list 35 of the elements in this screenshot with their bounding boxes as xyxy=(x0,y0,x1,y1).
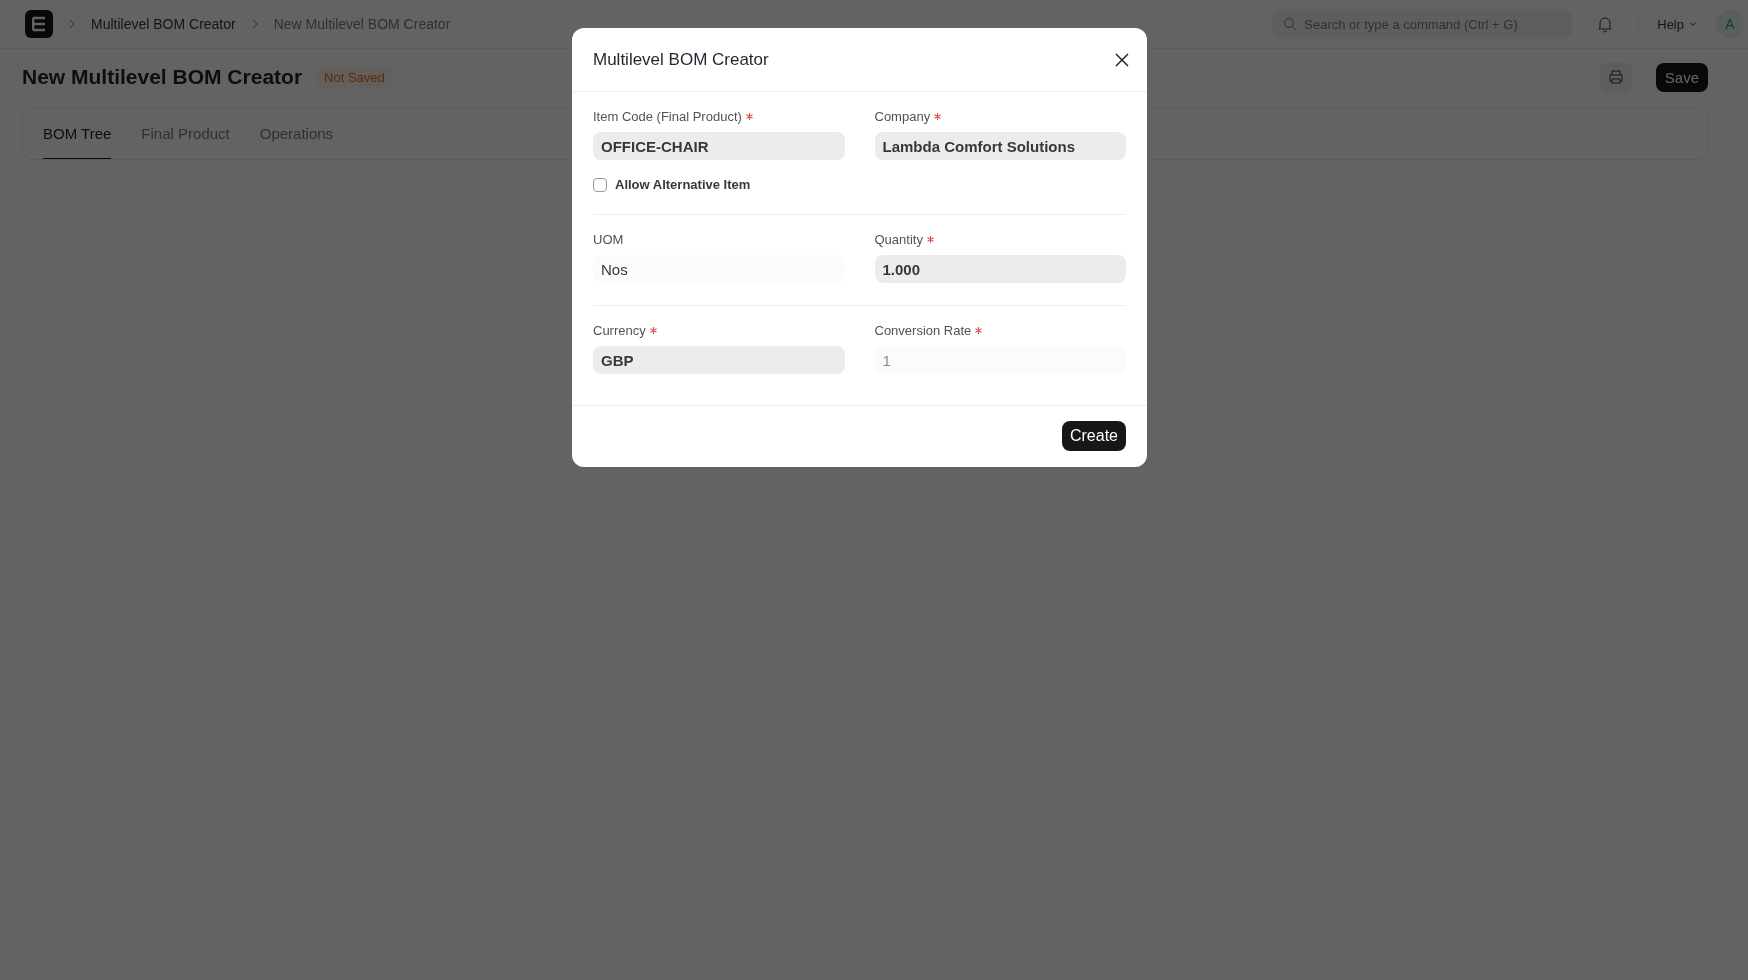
required-asterisk-icon xyxy=(926,236,934,243)
printer-icon xyxy=(1607,69,1624,85)
create-button[interactable]: Create xyxy=(1061,421,1126,451)
checkbox-label: Allow Alternative Item xyxy=(615,177,751,192)
required-asterisk-icon xyxy=(745,113,753,120)
input-field[interactable]: 1.000 xyxy=(874,255,1126,283)
chevron-right-icon xyxy=(67,19,77,29)
input-field[interactable]: GBP xyxy=(593,346,845,374)
help-menu[interactable]: Help xyxy=(1649,16,1706,32)
close-button[interactable] xyxy=(1113,50,1131,69)
field-label: Currency xyxy=(593,323,646,338)
save-button[interactable]: Save xyxy=(1655,62,1708,92)
user-avatar[interactable]: A xyxy=(1716,10,1744,38)
input-field[interactable]: Lambda Comfort Solutions xyxy=(874,132,1126,160)
input-field[interactable]: 1 xyxy=(874,346,1126,374)
checkbox[interactable] xyxy=(593,177,607,192)
field-label: UOM xyxy=(593,232,624,247)
required-asterisk-icon xyxy=(649,327,657,334)
caret-icon xyxy=(1688,19,1698,29)
close-icon xyxy=(1115,52,1129,67)
input-field[interactable]: OFFICE-CHAIR xyxy=(593,132,845,160)
input-field[interactable]: Nos xyxy=(593,255,845,283)
dialog-title: Multilevel BOM Creator xyxy=(593,49,769,70)
breadcrumb-link[interactable]: Multilevel BOM Creator xyxy=(91,16,236,32)
app-logo-icon[interactable] xyxy=(25,10,53,38)
page-title: New Multilevel BOM Creator xyxy=(22,65,303,89)
field-label: Conversion Rate xyxy=(874,323,972,338)
field-label: Company xyxy=(874,109,931,124)
field-label: Quantity xyxy=(874,232,923,247)
status-badge: Not Saved xyxy=(316,66,393,88)
print-button[interactable] xyxy=(1599,62,1632,92)
tab[interactable]: BOM Tree xyxy=(43,109,112,159)
required-asterisk-icon xyxy=(975,327,983,334)
field-label: Item Code (Final Product) xyxy=(593,109,742,124)
required-asterisk-icon xyxy=(934,113,942,120)
